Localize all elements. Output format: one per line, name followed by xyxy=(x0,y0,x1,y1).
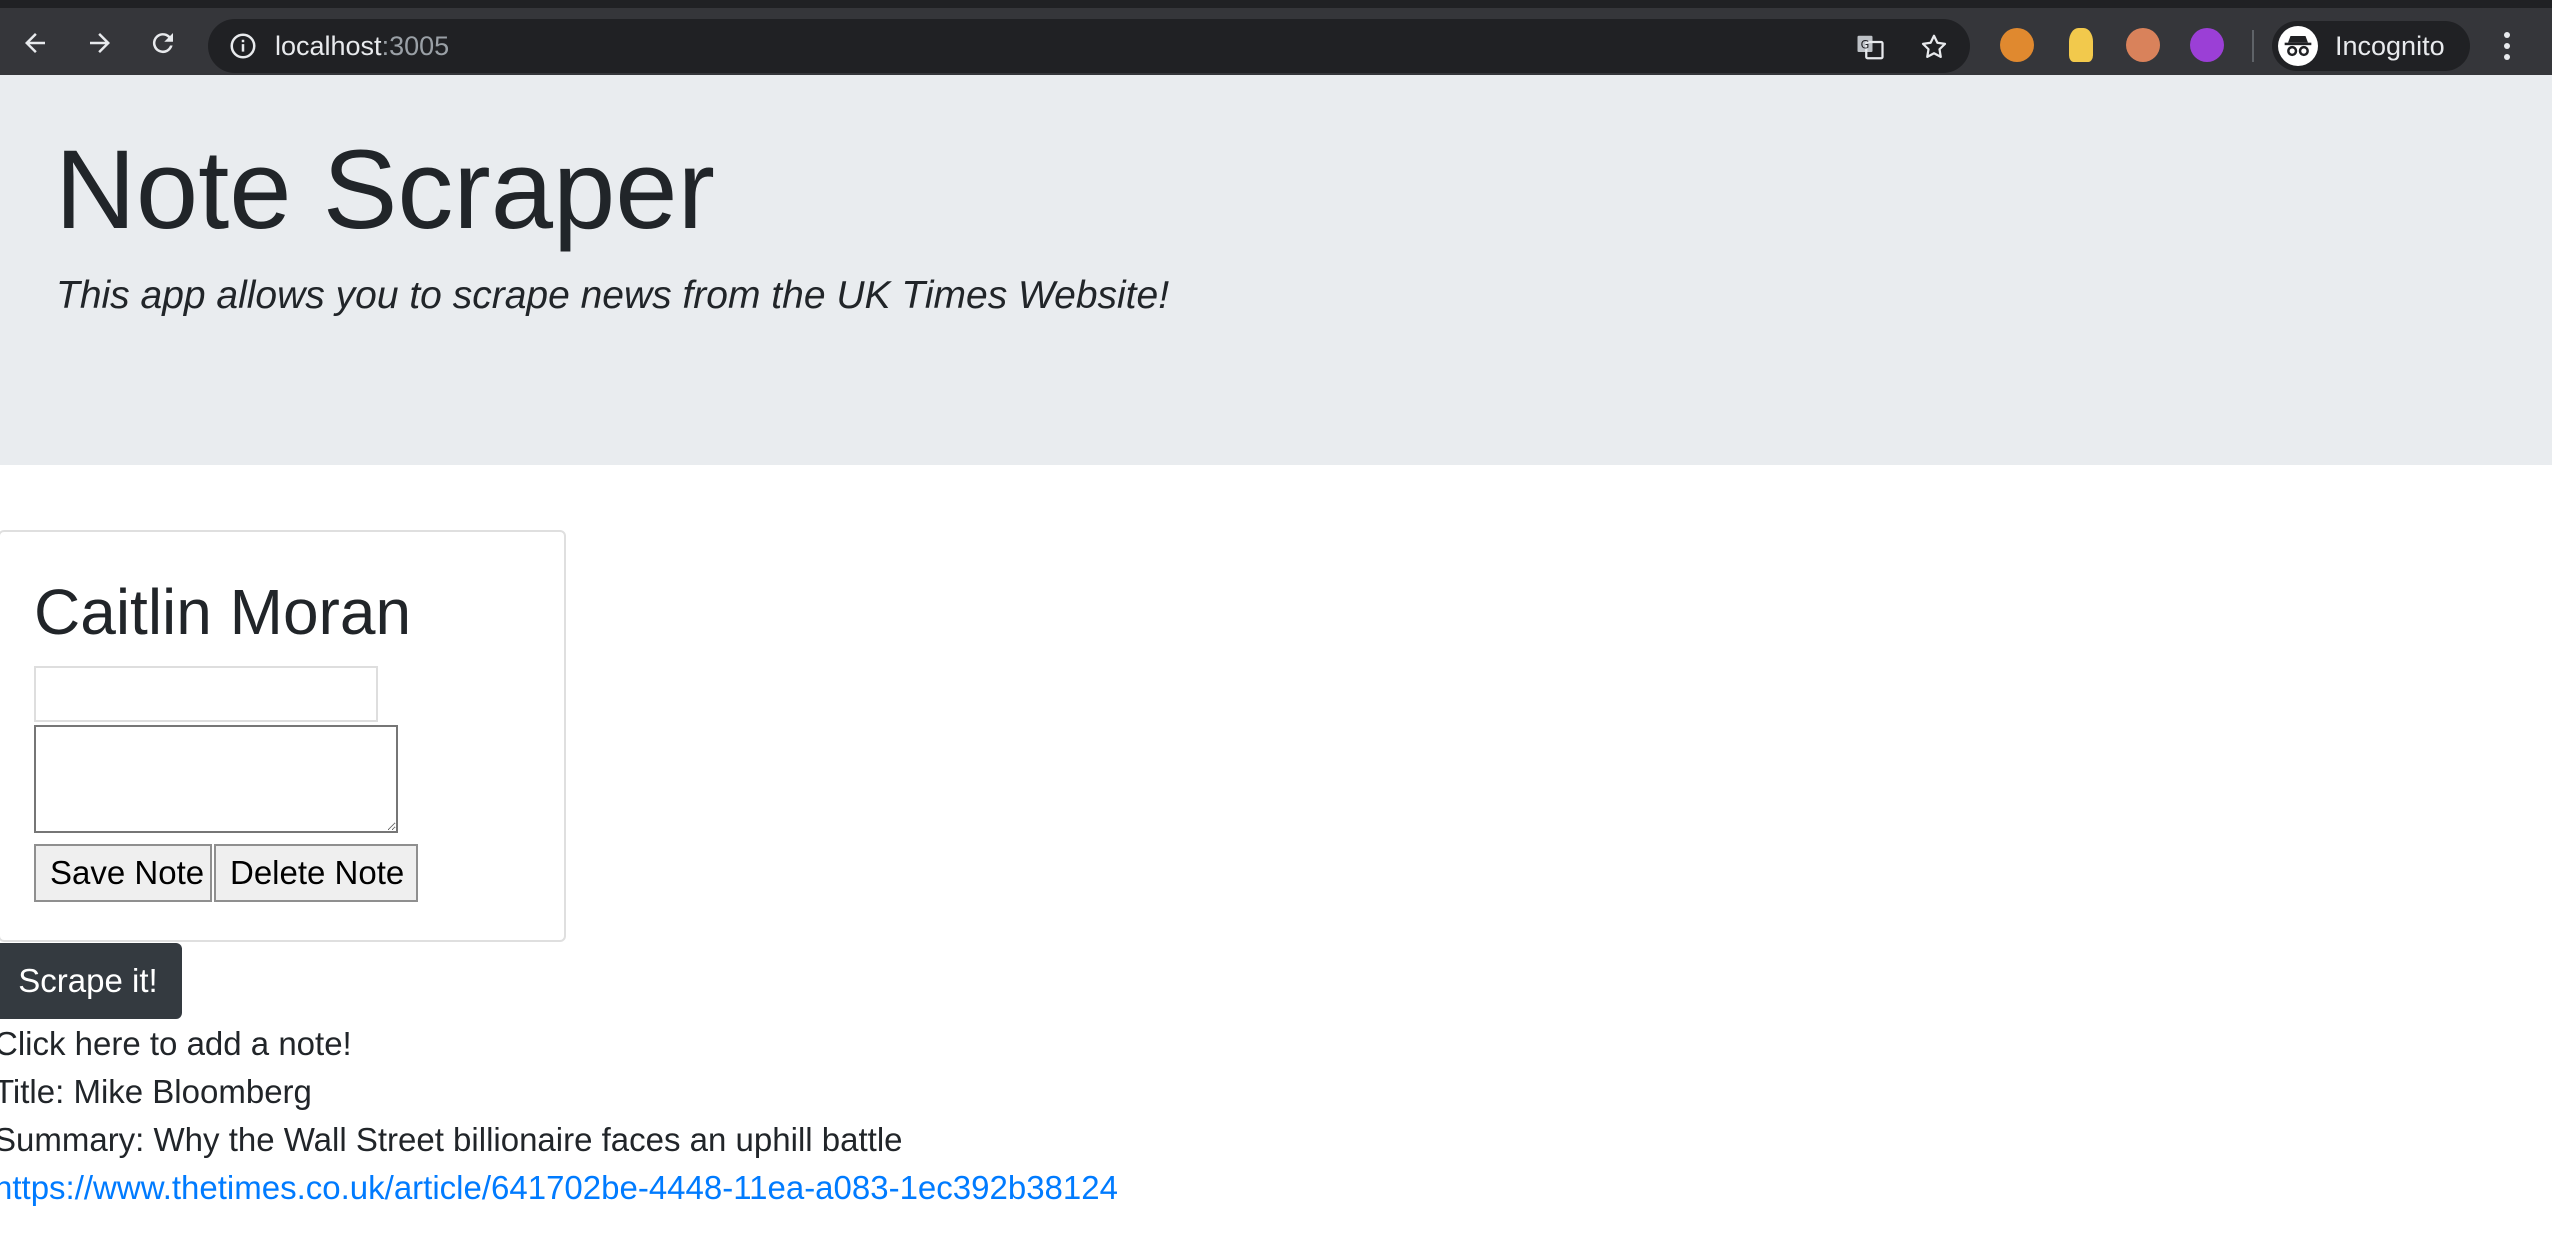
translate-icon[interactable]: G xyxy=(1854,31,1886,63)
forward-icon[interactable] xyxy=(80,23,120,63)
incognito-icon xyxy=(2278,26,2318,66)
url-port: :3005 xyxy=(381,31,450,61)
article-title: Title: Mike Bloomberg xyxy=(0,1073,312,1110)
back-icon[interactable] xyxy=(15,23,55,63)
profile-label: Incognito xyxy=(2335,31,2445,61)
svg-text:G: G xyxy=(1861,38,1870,51)
article-link[interactable]: https://www.thetimes.co.uk/article/64170… xyxy=(0,1168,1118,1208)
reload-icon[interactable] xyxy=(143,23,183,63)
cookie-extension-icon[interactable] xyxy=(2000,28,2034,62)
save-note-button[interactable]: Save Note xyxy=(34,844,212,902)
browser-toolbar: localhost:3005 G Incognito xyxy=(0,0,2552,75)
head-extension-icon[interactable] xyxy=(2126,28,2160,62)
info-icon[interactable] xyxy=(228,31,258,61)
note-card: Caitlin Moran Save Note Delete Note xyxy=(0,530,566,942)
lightbulb-extension-icon[interactable] xyxy=(2069,28,2093,62)
delete-note-button[interactable]: Delete Note xyxy=(214,844,418,902)
star-icon[interactable] xyxy=(1918,31,1950,63)
profile-button[interactable]: Incognito xyxy=(2272,21,2470,71)
page-title: Note Scraper xyxy=(55,127,715,252)
address-bar[interactable]: localhost:3005 G xyxy=(208,19,1970,73)
note-body-textarea[interactable] xyxy=(34,725,398,833)
note-title-input[interactable] xyxy=(34,666,378,722)
more-menu-icon[interactable] xyxy=(2492,26,2522,66)
url-text: localhost:3005 xyxy=(275,31,449,61)
add-note-prompt[interactable]: Click here to add a note! xyxy=(0,1024,352,1064)
scrape-button[interactable]: Scrape it! xyxy=(0,943,182,1019)
toolbar-divider xyxy=(2252,30,2254,62)
article-summary: Summary: Why the Wall Street billionaire… xyxy=(0,1121,903,1158)
note-card-title: Caitlin Moran xyxy=(34,576,412,648)
jumbotron: Note Scraper This app allows you to scra… xyxy=(0,75,2552,465)
page-subtitle: This app allows you to scrape news from … xyxy=(56,274,1170,317)
purple-extension-icon[interactable] xyxy=(2190,28,2224,62)
url-host: localhost xyxy=(275,31,382,61)
